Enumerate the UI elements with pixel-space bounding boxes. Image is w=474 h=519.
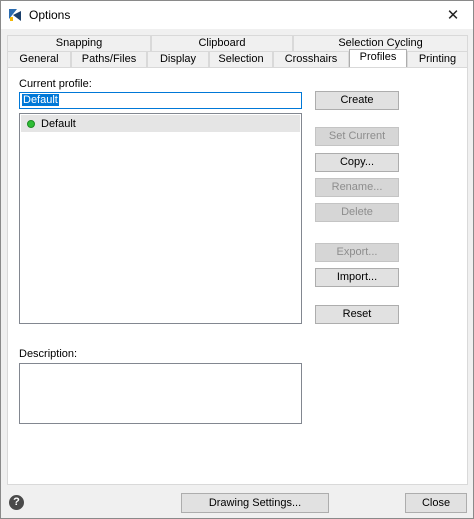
drawing-settings-button[interactable]: Drawing Settings... [181, 493, 329, 513]
delete-button[interactable]: Delete [315, 203, 399, 222]
profile-list[interactable]: Default [19, 113, 302, 324]
window-title: Options [29, 8, 71, 22]
create-button[interactable]: Create [315, 91, 399, 110]
export-button[interactable]: Export... [315, 243, 399, 262]
green-dot-icon [27, 119, 35, 128]
title-bar: Options ✕ [1, 1, 473, 29]
description-field [19, 363, 302, 424]
current-profile-field[interactable]: Default [19, 92, 302, 109]
profile-name: Default [41, 117, 76, 130]
import-button[interactable]: Import... [315, 268, 399, 287]
close-icon[interactable]: ✕ [433, 1, 473, 29]
tab-printing[interactable]: Printing [407, 51, 468, 67]
tab-clipboard[interactable]: Clipboard [151, 35, 293, 51]
tab-snapping[interactable]: Snapping [7, 35, 151, 51]
help-icon[interactable]: ? [9, 495, 24, 510]
tab-display[interactable]: Display [147, 51, 209, 67]
tab-profiles[interactable]: Profiles [349, 49, 407, 67]
options-dialog: Options ✕ Snapping Clipboard Selection C… [0, 0, 474, 519]
copy-button[interactable]: Copy... [315, 153, 399, 172]
tab-general[interactable]: General [7, 51, 71, 67]
current-profile-value: Default [22, 94, 59, 106]
list-item[interactable]: Default [21, 115, 300, 132]
close-button[interactable]: Close [405, 493, 467, 513]
tab-paths-files[interactable]: Paths/Files [71, 51, 147, 67]
tab-crosshairs[interactable]: Crosshairs [273, 51, 349, 67]
reset-button[interactable]: Reset [315, 305, 399, 324]
tab-selection[interactable]: Selection [209, 51, 273, 67]
rename-button[interactable]: Rename... [315, 178, 399, 197]
description-label: Description: [19, 348, 78, 360]
current-profile-label: Current profile: [19, 78, 92, 90]
set-current-button[interactable]: Set Current [315, 127, 399, 146]
app-logo-icon [9, 9, 21, 21]
